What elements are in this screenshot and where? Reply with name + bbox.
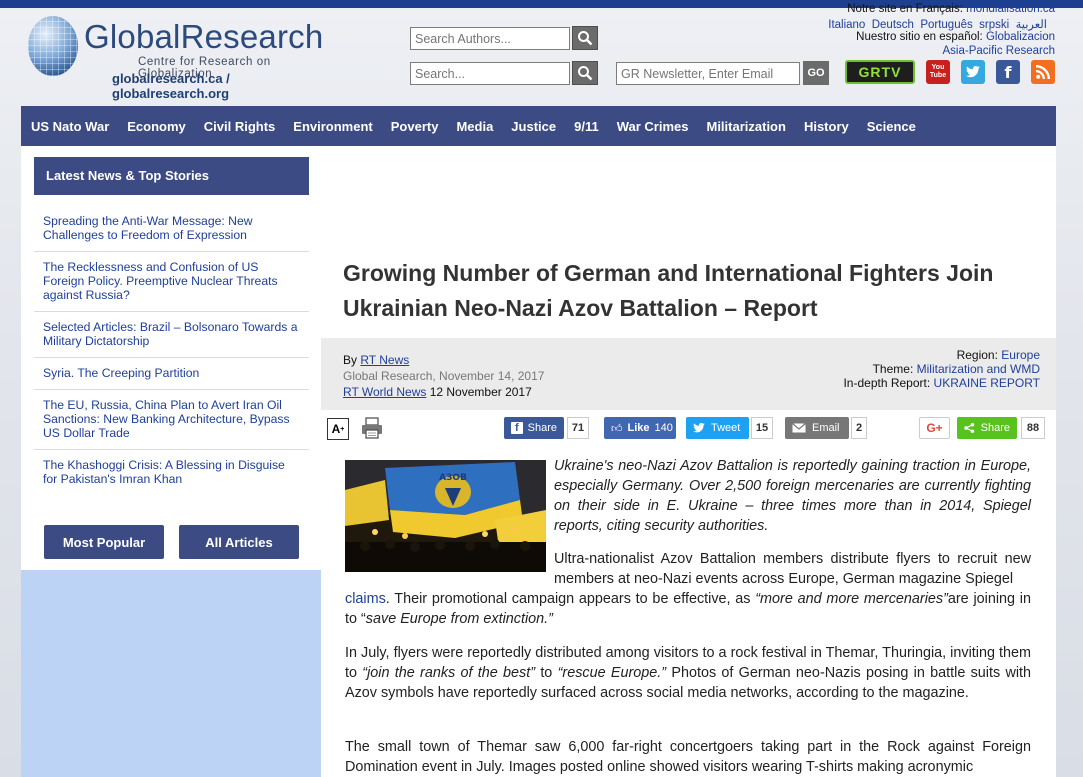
lang-portugues-link[interactable]: Português [920,19,972,31]
sidebar-heading: Latest News & Top Stories [34,157,309,195]
rss-button[interactable] [1031,60,1055,84]
email-count: 2 [851,417,867,439]
nav-item-history[interactable]: History [804,119,849,134]
brand-urls[interactable]: globalresearch.ca / globalresearch.org [112,71,348,101]
nav-item-justice[interactable]: Justice [511,119,556,134]
share-bar: A + f Share 71 👍︎ Like 140 Tweet 15 Email… [321,413,1056,443]
sharethis-button[interactable]: Share [957,417,1017,439]
list-item[interactable]: Syria. The Creeping Partition [34,358,309,390]
nav-item-militarization[interactable]: Militarization [706,119,785,134]
google-plus-icon: G+ [926,421,943,435]
nav-item-us-nato-war[interactable]: US Nato War [31,119,109,134]
nav-item-war-crimes[interactable]: War Crimes [617,119,689,134]
search-input[interactable] [410,62,570,85]
mondialisation-link[interactable]: mondialisation.ca [966,3,1055,15]
facebook-icon: f [511,422,523,434]
lang-italiano-link[interactable]: Italiano [828,19,865,31]
brand-name: GlobalResearch [84,18,324,55]
newsletter-go-button[interactable]: GO [803,61,829,85]
sharethis-count: 88 [1021,417,1045,439]
theme-link[interactable]: Militarization and WMD [917,362,1040,376]
email-icon [792,423,806,433]
origin-link[interactable]: RT World News [343,385,426,399]
azov-rally-photo: АЗОВ [345,460,546,572]
youtube-icon: You Tube [929,64,947,79]
nav-item-9-11[interactable]: 9/11 [574,119,599,134]
search-authors-input[interactable] [410,27,570,50]
nav-item-economy[interactable]: Economy [127,119,186,134]
twitter-icon [693,423,705,433]
list-item[interactable]: Selected Articles: Brazil – Bolsonaro To… [34,312,309,358]
tweet-button[interactable]: Tweet [686,417,749,439]
search-button[interactable] [572,61,598,85]
article-paragraph-1b: claims. Their promotional campaign appea… [345,591,1032,627]
thumbs-up-icon: 👍︎ [611,422,623,435]
facebook-share-button[interactable]: f Share [504,417,564,439]
banner-text: АЗОВ [439,473,467,483]
article-paragraph-3: The small town of Themar saw 6,000 far-r… [345,739,1031,775]
grtv-button[interactable]: GRTV [845,60,915,84]
google-plus-button[interactable]: G+ [919,417,950,439]
article-image: АЗОВ [345,460,546,572]
lang-srpski-link[interactable]: srpski [979,19,1009,31]
font-size-icon: A [331,422,341,436]
tweet-count: 15 [751,417,773,439]
search-icon [578,66,593,81]
like-count: 140 [654,422,673,434]
origin-date: 12 November 2017 [429,385,532,399]
latest-news-list: Spreading the Anti-War Message: New Chal… [34,206,309,495]
article-panel: Growing Number of German and Internation… [321,146,1056,777]
article-paragraph-1a: Ultra-nationalist Azov Battalion members… [554,551,1031,587]
search-icon [578,31,593,46]
facebook-icon: f [1004,62,1012,82]
nav-item-media[interactable]: Media [456,119,493,134]
email-share-button[interactable]: Email [785,417,849,439]
facebook-button[interactable]: f [996,60,1020,84]
lang-spanish-line: Nuestro sitio en español: Globalizacion [856,31,1055,43]
share-icon [964,422,975,434]
nav-item-civil-rights[interactable]: Civil Rights [204,119,276,134]
asia-pacific-line: Asia-Pacific Research [943,45,1055,57]
article-title: Growing Number of German and Internation… [343,260,994,321]
indepth-link[interactable]: UKRAINE REPORT [934,376,1040,390]
twitter-icon [966,66,980,78]
list-item[interactable]: The EU, Russia, China Plan to Avert Iran… [34,390,309,450]
list-item[interactable]: The Recklessness and Confusion of US For… [34,252,309,312]
youtube-button[interactable]: You Tube [926,60,950,84]
facebook-like-button[interactable]: 👍︎ Like 140 [604,417,676,439]
lang-links: Italiano Deutsch Português srpski العربي… [828,17,1047,31]
twitter-button[interactable] [961,60,985,84]
nav-item-environment[interactable]: Environment [293,119,372,134]
list-item[interactable]: The Khashoggi Crisis: A Blessing in Disg… [34,450,309,495]
article-lead: Ukraine's neo-Nazi Azov Battalion is rep… [554,458,1031,534]
nav-item-poverty[interactable]: Poverty [391,119,439,134]
nav-item-science[interactable]: Science [867,119,916,134]
article-taxonomy: Region: Europe Theme: Militarization and… [843,348,1040,390]
grtv-logo: GRTV [858,64,902,80]
asia-pacific-link[interactable]: Asia-Pacific Research [943,45,1055,57]
most-popular-button[interactable]: Most Popular [44,525,164,559]
author-link[interactable]: RT News [360,353,409,367]
facebook-share-count: 71 [567,417,589,439]
list-item[interactable]: Spreading the Anti-War Message: New Chal… [34,206,309,252]
newsletter-email-input[interactable] [616,62,800,85]
globe-icon [28,16,78,76]
rss-icon [1036,65,1050,79]
lang-french-line: Notre site en Français: mondialisation.c… [847,3,1055,15]
search-authors-button[interactable] [572,26,598,50]
lang-deutsch-link[interactable]: Deutsch [872,19,914,31]
lang-arabic-link[interactable]: العربية [1016,19,1047,31]
article-paragraph-2: In July, flyers were reportedly distribu… [345,645,1032,701]
article-byline: By RT News Global Research, November 14,… [343,353,545,399]
main-nav: US Nato War Economy Civil Rights Environ… [21,106,1056,146]
sidebar: Latest News & Top Stories Spreading the … [21,146,321,777]
claims-link[interactable]: claims [345,591,386,607]
print-icon[interactable] [360,416,384,440]
site-logo[interactable]: GlobalResearch Centre for Research on Gl… [28,14,348,101]
all-articles-button[interactable]: All Articles [179,525,299,559]
globalizacion-link[interactable]: Globalizacion [986,31,1055,43]
font-size-button[interactable]: A + [327,418,349,440]
publish-date: Global Research, November 14, 2017 [343,369,545,383]
region-link[interactable]: Europe [1001,348,1040,362]
